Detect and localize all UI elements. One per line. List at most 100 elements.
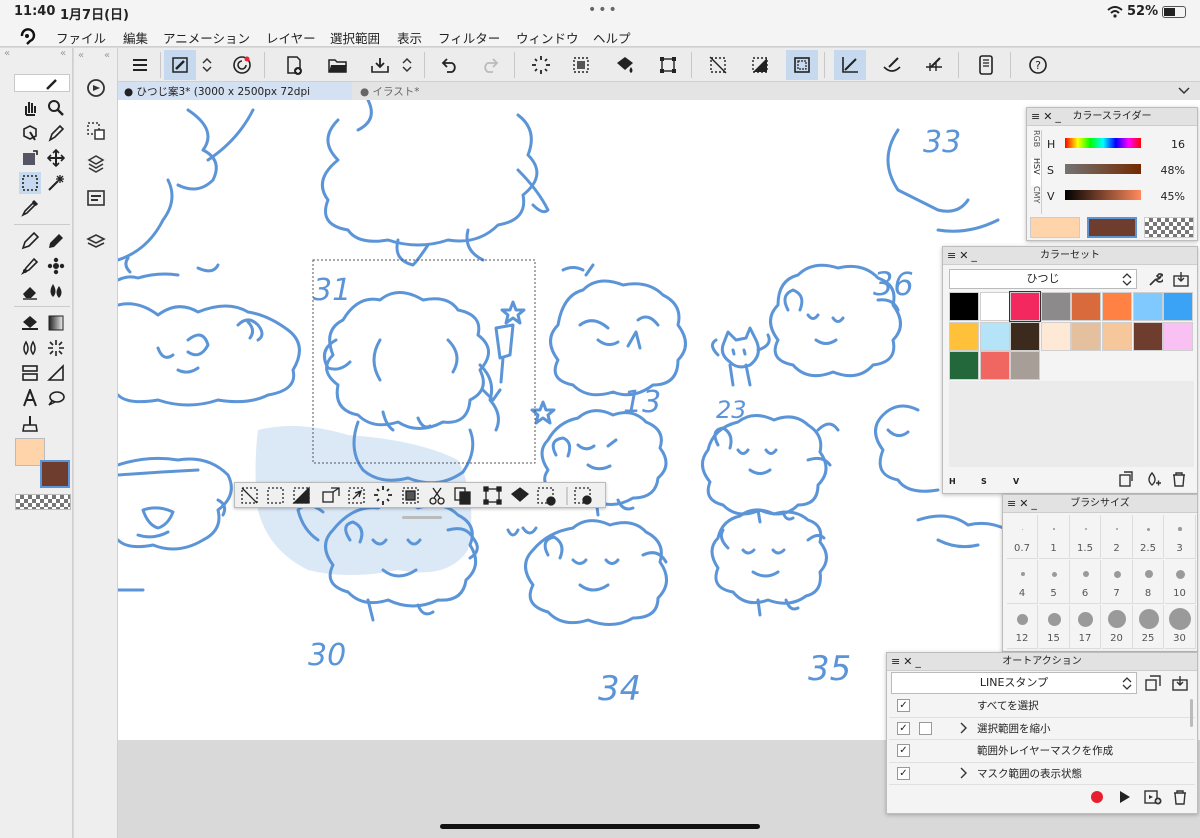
launcher-deselect-icon[interactable] — [241, 487, 258, 504]
launcher-shrink-icon[interactable] — [348, 487, 365, 504]
figure-tool-icon[interactable] — [45, 362, 67, 384]
saturation-slider[interactable] — [1065, 164, 1141, 174]
color-swatch[interactable] — [1009, 291, 1042, 322]
brush-size-cell[interactable]: 1.5 — [1070, 515, 1101, 559]
action-item[interactable]: ✓ 範囲外レイヤーマスクを作成 — [889, 740, 1195, 763]
correct-line-tool-icon[interactable] — [19, 412, 41, 434]
info-panel-icon[interactable] — [86, 188, 106, 208]
color-swatch[interactable] — [1071, 292, 1102, 321]
move-tool-icon[interactable] — [45, 147, 67, 169]
color-swatch[interactable] — [1132, 321, 1163, 351]
brush-size-cell[interactable]: 8 — [1133, 560, 1164, 604]
color-set-dropdown[interactable]: ひつじ — [949, 269, 1137, 289]
fill-icon[interactable] — [609, 50, 641, 80]
snap-to-special-ruler-icon[interactable] — [876, 50, 908, 80]
mode-tab-rgb[interactable]: RGB — [1031, 130, 1041, 158]
launcher-copy-paste-icon[interactable] — [454, 487, 471, 505]
launcher-settings-icon[interactable] — [574, 487, 592, 505]
tab-list-chevron-icon[interactable] — [1178, 86, 1190, 96]
color-swatch[interactable] — [979, 351, 1010, 380]
tab-illust[interactable]: ● イラスト* — [354, 82, 456, 100]
action-item[interactable]: ✓ 選択範囲を縮小 — [889, 718, 1195, 740]
add-color-icon[interactable] — [1145, 471, 1161, 487]
panel-controls-icon[interactable]: ≡✕_ — [1007, 495, 1040, 513]
color-swatch[interactable] — [1010, 351, 1041, 380]
expand-chevron-icon[interactable] — [959, 767, 967, 779]
auto-select-wand-icon[interactable] — [45, 172, 67, 194]
panel-controls-icon[interactable]: ≡✕_ — [891, 653, 924, 671]
color-swatch[interactable] — [979, 292, 1010, 321]
list-scrollbar[interactable] — [1190, 699, 1193, 727]
hand-tool-icon[interactable] — [19, 97, 41, 119]
selection-layer-icon[interactable] — [86, 121, 106, 141]
pen-tab-icon[interactable] — [45, 77, 59, 91]
tab-hitsuji[interactable]: ● ひつじ案3* (3000 x 2500px 72dpi 125.6%) — [118, 82, 352, 111]
duplicate-set-icon[interactable] — [1145, 675, 1161, 691]
menu-filter[interactable]: フィルター — [438, 28, 500, 47]
add-action-icon[interactable] — [1144, 789, 1162, 805]
menu-selection[interactable]: 選択範囲 — [330, 28, 380, 47]
wrench-icon[interactable] — [1147, 271, 1163, 287]
deselect-icon[interactable] — [702, 50, 734, 80]
hue-value[interactable]: 16 — [1147, 138, 1185, 151]
save-icon[interactable] — [364, 50, 396, 80]
collapse-icon[interactable]: « — [78, 50, 84, 61]
effect-line-tool-icon[interactable] — [45, 337, 67, 359]
fill-bucket-tool-icon[interactable] — [19, 312, 41, 334]
color-swatch[interactable] — [1163, 321, 1194, 351]
launcher-select-all-icon[interactable] — [267, 487, 284, 504]
color-swatch[interactable] — [1132, 292, 1163, 321]
brush-size-cell[interactable]: 15 — [1038, 605, 1070, 649]
brush-size-cell[interactable]: 30 — [1164, 605, 1196, 649]
brush-size-cell[interactable]: 5 — [1038, 560, 1070, 604]
menu-view[interactable]: 表示 — [397, 28, 422, 47]
liquify-tool-icon[interactable] — [19, 337, 41, 359]
brush-size-cell[interactable]: 25 — [1133, 605, 1164, 649]
multitask-dots-icon[interactable]: ••• — [588, 2, 619, 18]
save-options-chevrons-icon[interactable] — [398, 50, 416, 80]
navigator-icon[interactable] — [86, 78, 106, 98]
snap-to-ruler-icon[interactable] — [834, 50, 866, 80]
color-swatch[interactable] — [1102, 321, 1132, 351]
blend-tool-icon[interactable] — [45, 280, 67, 302]
brush-size-cell[interactable]: 3 — [1164, 515, 1196, 559]
invert-selection-icon[interactable] — [744, 50, 776, 80]
eraser-tool-icon[interactable] — [19, 280, 41, 302]
show-selection-area-icon[interactable] — [786, 50, 818, 80]
eyedropper-tool-icon[interactable] — [19, 197, 41, 219]
brush-size-cell[interactable]: 2.5 — [1133, 515, 1164, 559]
import-action-icon[interactable] — [1172, 675, 1188, 691]
footer-v-label[interactable]: V — [1013, 477, 1019, 486]
menu-layer[interactable]: レイヤー — [266, 28, 316, 47]
action-checkbox[interactable]: ✓ — [897, 744, 910, 758]
launcher-clear-icon[interactable] — [374, 486, 392, 505]
brush-size-cell[interactable]: 1 — [1038, 515, 1070, 559]
color-swatch[interactable] — [949, 292, 979, 321]
brush-size-cell[interactable]: 6 — [1070, 560, 1101, 604]
frame-border-tool-icon[interactable] — [19, 362, 41, 384]
replace-color-icon[interactable] — [1118, 471, 1134, 487]
expand-chevron-icon[interactable] — [959, 722, 967, 734]
transform-icon[interactable] — [652, 50, 684, 80]
clear-outside-selection-icon[interactable] — [565, 50, 597, 80]
brush-size-cell[interactable]: 7 — [1101, 560, 1133, 604]
brush-size-cell[interactable]: 20 — [1101, 605, 1133, 649]
mode-switch-chevrons-icon[interactable] — [198, 50, 216, 80]
pen-nib-tool-icon[interactable] — [45, 122, 67, 144]
smartphone-icon[interactable] — [970, 50, 1002, 80]
value-slider[interactable] — [1065, 190, 1141, 200]
launcher-drag-handle[interactable] — [402, 516, 442, 519]
color-swatch[interactable] — [1071, 321, 1102, 351]
play-action-icon[interactable] — [1119, 790, 1131, 804]
sub-color-swatch[interactable] — [40, 460, 70, 488]
menu-animation[interactable]: アニメーション — [163, 28, 250, 47]
gradient-tool-icon[interactable] — [45, 312, 67, 334]
auto-action-set-dropdown[interactable]: LINEスタンプ — [891, 672, 1137, 694]
launcher-transform-icon[interactable] — [483, 486, 502, 505]
color-swatch[interactable] — [1040, 321, 1071, 351]
zoom-tool-icon[interactable] — [45, 97, 67, 119]
color-swatch[interactable] — [949, 351, 979, 380]
brush-size-cell[interactable]: 12 — [1007, 605, 1038, 649]
brush-size-cell[interactable]: 4 — [1007, 560, 1038, 604]
color-swatch[interactable] — [949, 321, 979, 351]
